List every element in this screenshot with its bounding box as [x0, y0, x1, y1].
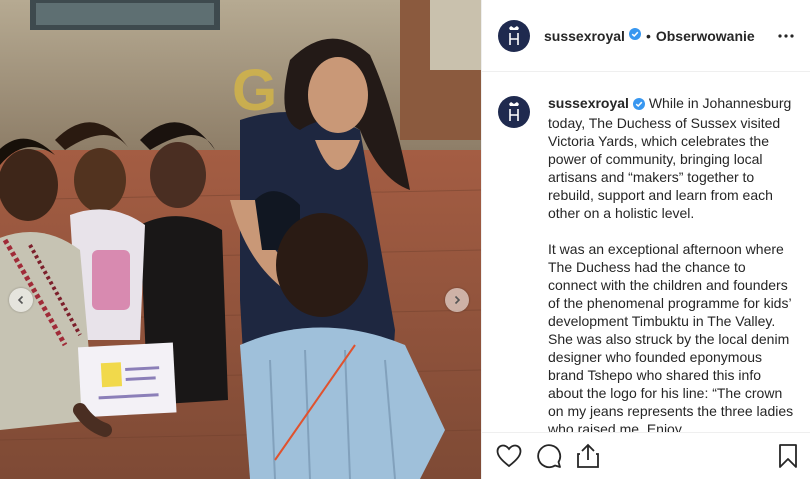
more-options-button[interactable] [770, 30, 794, 42]
girl-center-face [150, 142, 206, 208]
chevron-right-icon [454, 295, 461, 305]
like-button[interactable] [496, 436, 536, 476]
photo-scene: G [0, 0, 481, 479]
follow-separator: • [645, 27, 651, 44]
comment-icon [537, 444, 562, 469]
post-caption: sussexroyal While in Johannesburg today,… [548, 94, 794, 432]
post-details-panel: sussexroyal • Obserwowanie sussexroyal W… [481, 0, 810, 479]
caption-text: While in Johannesburg today, The Duchess… [548, 95, 792, 221]
woman-face [308, 57, 368, 133]
account-username[interactable]: sussexroyal [544, 28, 625, 44]
next-photo-button[interactable] [445, 288, 469, 312]
verified-badge-icon [632, 96, 645, 114]
post-photo[interactable]: G [0, 0, 481, 479]
bookmark-icon [779, 444, 797, 468]
heart-icon [496, 444, 522, 468]
boy-head [276, 213, 368, 317]
action-bar [482, 432, 810, 479]
girl-left-face [0, 149, 58, 221]
share-button[interactable] [576, 436, 616, 476]
chevron-left-icon [17, 295, 24, 305]
sussex-monogram-logo [509, 25, 519, 45]
girl-pink-face [74, 148, 126, 212]
caption-avatar[interactable] [498, 96, 530, 128]
caption-section: sussexroyal While in Johannesburg today,… [482, 72, 810, 432]
more-options-icon [778, 33, 794, 38]
save-button[interactable] [768, 436, 798, 476]
caption-username[interactable]: sussexroyal [548, 95, 629, 111]
instagram-post: G sussexroyal • Obserwowanie sussexroyal… [0, 0, 810, 479]
caption-paragraph: It was an exceptional afternoon where Th… [548, 241, 794, 432]
caption-paragraph: sussexroyal While in Johannesburg today,… [548, 94, 794, 222]
following-button[interactable]: Obserwowanie [656, 28, 755, 44]
share-icon [577, 443, 599, 468]
verified-badge-icon [628, 27, 641, 45]
post-header: sussexroyal • Obserwowanie [482, 0, 810, 72]
comment-button[interactable] [536, 436, 576, 476]
sussex-monogram-logo [509, 102, 519, 121]
avatar[interactable] [498, 19, 530, 52]
previous-photo-button[interactable] [9, 288, 33, 312]
